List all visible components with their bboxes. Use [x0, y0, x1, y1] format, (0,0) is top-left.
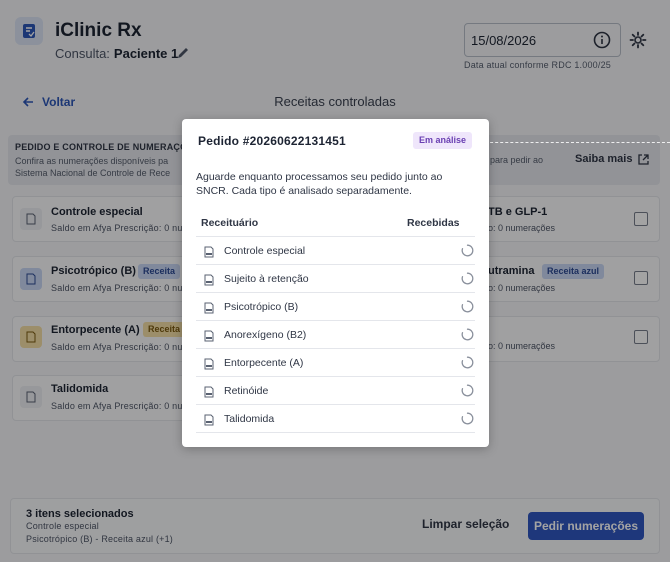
col-recipe-header: Receituário [201, 217, 259, 229]
recipe-row-label: Psicotrópico (B) [224, 301, 299, 313]
prescription-icon [203, 413, 215, 431]
loading-spinner-icon [461, 356, 474, 374]
recipe-row: Entorpecente (A) [196, 349, 475, 377]
modal-title: Pedido #20260622131451 [198, 134, 346, 148]
recipe-row-label: Anorexígeno (B2) [224, 329, 307, 341]
prescription-icon [203, 357, 215, 375]
loading-spinner-icon [461, 300, 474, 318]
recipe-row: Talidomida [196, 405, 475, 433]
prescription-icon [203, 273, 215, 291]
recipe-row: Anorexígeno (B2) [196, 321, 475, 349]
recipe-row: Retinóide [196, 377, 475, 405]
loading-spinner-icon [461, 272, 474, 290]
loading-spinner-icon [461, 412, 474, 430]
recipe-row: Sujeito à retenção [196, 265, 475, 293]
loading-spinner-icon [461, 384, 474, 402]
loading-spinner-icon [461, 244, 474, 262]
recipe-row: Psicotrópico (B) [196, 293, 475, 321]
recipe-row-label: Retinóide [224, 385, 269, 397]
recipe-row-label: Entorpecente (A) [224, 357, 304, 369]
loading-spinner-icon [461, 328, 474, 346]
prescription-icon [203, 329, 215, 347]
col-received-header: Recebidas [407, 217, 460, 229]
recipe-row-label: Sujeito à retenção [224, 273, 309, 285]
recipe-row-label: Talidomida [224, 413, 275, 425]
modal-message: Aguarde enquanto processamos seu pedido … [196, 171, 443, 197]
prescription-icon [203, 385, 215, 403]
order-modal: Pedido #20260622131451 Em análise Aguard… [182, 119, 489, 447]
recipe-row: Controle especial [196, 237, 475, 265]
prescription-icon [203, 245, 215, 263]
status-badge: Em análise [413, 132, 473, 149]
prescription-icon [203, 301, 215, 319]
recipe-row-label: Controle especial [224, 245, 306, 257]
dashed-connector [480, 142, 670, 143]
